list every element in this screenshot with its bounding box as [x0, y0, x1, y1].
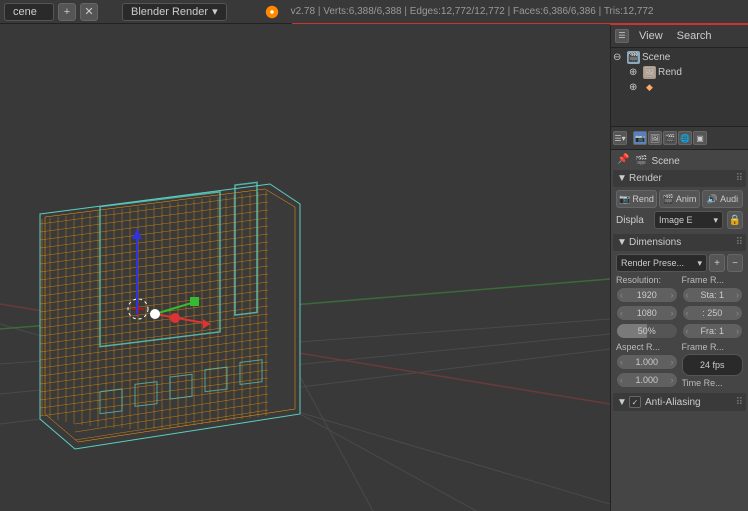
stats-bar: v2.78 | Verts:6,388/6,388 | Edges:12,772…: [291, 6, 654, 17]
editor-type-icon[interactable]: ☰: [615, 29, 629, 43]
breadcrumb-scene[interactable]: Scene: [651, 156, 679, 167]
aspect-y-field[interactable]: 1.000: [616, 372, 678, 388]
speaker-icon: 🔊: [707, 194, 718, 205]
antialiasing-panel-header[interactable]: ▼ ✓ Anti-Aliasing ⠿: [613, 393, 746, 411]
frame-step-field[interactable]: Fra: 1: [682, 323, 744, 339]
delete-scene-btn[interactable]: ✕: [80, 3, 98, 21]
expand-icon[interactable]: ⊖: [613, 52, 625, 63]
add-preset-btn[interactable]: +: [709, 254, 725, 272]
3d-viewport[interactable]: [0, 24, 610, 511]
panel-grip-icon[interactable]: ⠿: [736, 237, 742, 248]
frame-range-label: Frame R...: [682, 275, 744, 285]
outliner-view-menu[interactable]: View: [635, 30, 667, 42]
object-icon: ◆: [643, 81, 656, 94]
audio-button[interactable]: 🔊Audi: [702, 190, 743, 208]
display-label: Displa: [616, 215, 650, 226]
pin-icon[interactable]: 📌: [617, 154, 631, 168]
tree-row-render[interactable]: ⊕ 🖼 Rend: [613, 65, 746, 80]
breadcrumb: 📌 🎬 Scene: [613, 152, 746, 170]
render-panel: ▼ Render ⠿ 📷Rend 🎬Anim 🔊Audi Displa Imag…: [613, 170, 746, 232]
triangle-down-icon: ▼: [617, 397, 625, 408]
properties-tabs: ☰▾ 📷 🖼 🎬 🌐 ▣: [611, 126, 748, 150]
frame-end-field[interactable]: : 250: [682, 305, 744, 321]
scene-icon: 🎬: [627, 51, 640, 64]
triangle-down-icon: ▼: [617, 237, 625, 248]
dimensions-panel-header[interactable]: ▼ Dimensions ⠿: [613, 234, 746, 251]
panel-title: Anti-Aliasing: [645, 397, 701, 408]
panel-grip-icon[interactable]: ⠿: [736, 397, 742, 408]
aspect-label: Aspect R...: [616, 342, 678, 352]
dropdown-value: Image E: [659, 215, 693, 225]
scene-name-field[interactable]: cene: [4, 3, 54, 21]
top-header: cene + ✕ Blender Render ▾ v2.78 | Verts:…: [0, 0, 748, 24]
panel-grip-icon[interactable]: ⠿: [736, 173, 742, 184]
stats-text: Verts:6,388/6,388 | Edges:12,772/12,772 …: [323, 6, 653, 17]
preset-value: Render Prese...: [621, 258, 684, 268]
camera-icon: 📷: [619, 194, 630, 205]
render-tab-icon[interactable]: 📷: [633, 131, 647, 145]
outliner-search-menu[interactable]: Search: [673, 30, 716, 42]
antialiasing-checkbox[interactable]: ✓: [629, 396, 641, 408]
aspect-x-field[interactable]: 1.000: [616, 354, 678, 370]
render-preset-dropdown[interactable]: Render Prese... ▾: [616, 254, 707, 272]
version-text: v2.78: [291, 6, 315, 17]
btn-label: Rend: [632, 194, 654, 204]
blender-logo-icon: [265, 5, 279, 19]
render-layers-tab-icon[interactable]: 🖼: [648, 131, 662, 145]
render-button[interactable]: 📷Rend: [616, 190, 657, 208]
antialiasing-panel: ▼ ✓ Anti-Aliasing ⠿: [613, 393, 746, 411]
dimensions-panel: ▼ Dimensions ⠿ Render Prese... ▾ + − Reso…: [613, 234, 746, 391]
frame-rate-dropdown[interactable]: 24 fps: [682, 354, 744, 376]
expand-icon[interactable]: ⊕: [629, 67, 641, 78]
object-tab-icon[interactable]: ▣: [693, 131, 707, 145]
btn-label: Anim: [676, 194, 697, 204]
viewport-canvas: [0, 24, 610, 511]
scene-tab-icon[interactable]: 🎬: [663, 131, 677, 145]
frame-rate-value: 24 fps: [700, 360, 725, 370]
panel-title: Dimensions: [629, 237, 681, 248]
triangle-down-icon: ▼: [617, 173, 625, 184]
scene-icon: 🎬: [635, 156, 647, 167]
tree-label: Rend: [658, 67, 682, 78]
resolution-label: Resolution:: [616, 275, 678, 285]
tree-row-item[interactable]: ⊕ ◆: [613, 80, 746, 95]
add-scene-btn[interactable]: +: [58, 3, 76, 21]
tree-label: Scene: [642, 52, 670, 63]
chevron-icon: ▾: [697, 258, 702, 269]
right-panel: ☰ View Search ⊖ 🎬 Scene ⊕ 🖼 Rend ⊕ ◆: [610, 24, 748, 511]
display-mode-dropdown[interactable]: Image E ▾: [654, 211, 723, 229]
btn-label: Audi: [720, 194, 738, 204]
tree-row-scene[interactable]: ⊖ 🎬 Scene: [613, 50, 746, 65]
expand-icon[interactable]: ⊕: [629, 82, 641, 93]
clapper-icon: 🎬: [663, 194, 674, 205]
resolution-pct-field[interactable]: 50%: [616, 323, 678, 339]
mesh-object: [40, 182, 300, 449]
lock-interface-btn[interactable]: 🔒: [727, 211, 743, 229]
outliner-tree[interactable]: ⊖ 🎬 Scene ⊕ 🖼 Rend ⊕ ◆: [611, 48, 748, 126]
render-engine-dropdown[interactable]: Blender Render ▾: [122, 3, 227, 21]
chevron-icon: ▾: [713, 215, 718, 226]
render-engine-label: Blender Render: [131, 6, 208, 18]
world-tab-icon[interactable]: 🌐: [678, 131, 692, 145]
remove-preset-btn[interactable]: −: [727, 254, 743, 272]
resolution-y-field[interactable]: 1080: [616, 305, 678, 321]
animation-button[interactable]: 🎬Anim: [659, 190, 700, 208]
render-panel-header[interactable]: ▼ Render ⠿: [613, 170, 746, 187]
panel-title: Render: [629, 173, 662, 184]
outliner-header: ☰ View Search: [611, 24, 748, 48]
chevron-down-icon: ▾: [212, 5, 218, 18]
frame-start-field[interactable]: Sta: 1: [682, 287, 744, 303]
properties-body: 📌 🎬 Scene ▼ Render ⠿ 📷Rend 🎬Anim 🔊Audi: [611, 150, 748, 511]
time-remap-label: Time Re...: [682, 378, 744, 388]
frame-rate-label: Frame R...: [682, 342, 744, 352]
resolution-x-field[interactable]: 1920: [616, 287, 678, 303]
editor-type-icon[interactable]: ☰▾: [613, 131, 627, 145]
render-layer-icon: 🖼: [643, 66, 656, 79]
